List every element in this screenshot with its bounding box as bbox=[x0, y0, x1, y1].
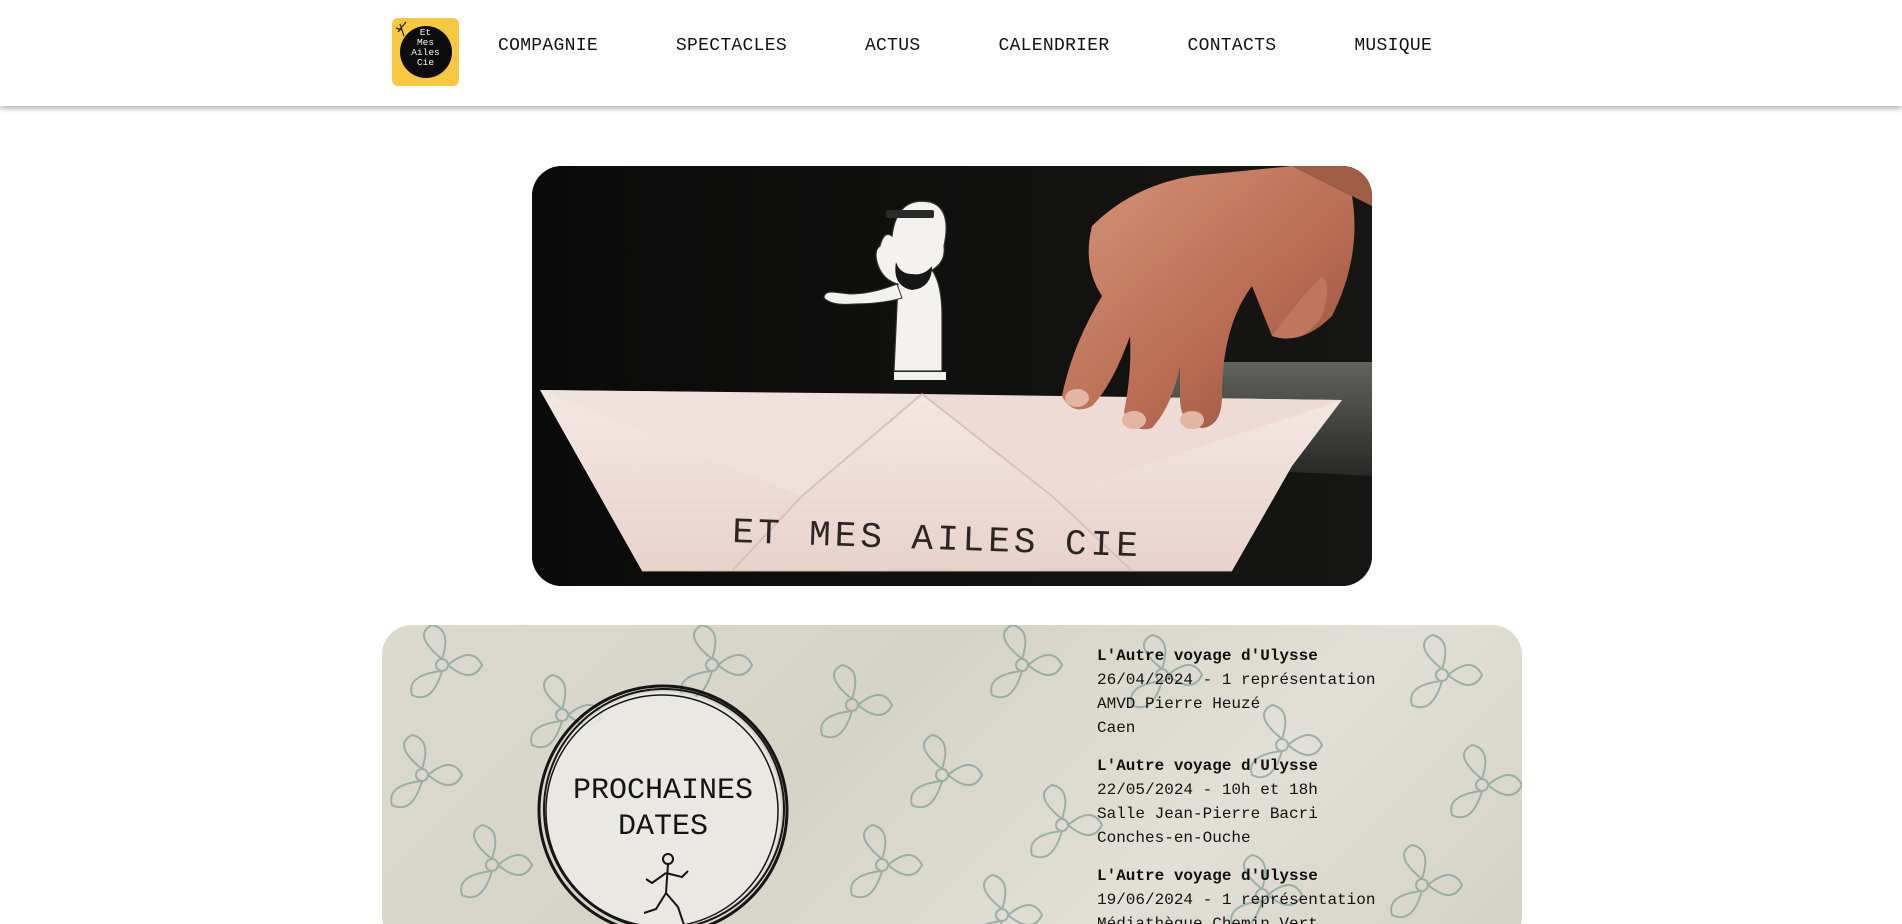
event-date: 26/04/2024 - 1 représentation bbox=[1097, 671, 1376, 689]
event-date: 22/05/2024 - 10h et 18h bbox=[1097, 781, 1318, 799]
upcoming-dates-panel: PROCHAINES DATES L'Autre voyage d'Ulysse… bbox=[382, 625, 1522, 924]
badge-title: PROCHAINES DATES bbox=[572, 774, 754, 844]
event-title: L'Autre voyage d'Ulysse bbox=[1097, 647, 1318, 665]
logo[interactable]: Et Mes Ailes Cie bbox=[392, 18, 459, 86]
event-city: Caen bbox=[1097, 719, 1136, 737]
event-date: 19/06/2024 - 1 représentation bbox=[1097, 891, 1376, 909]
nav-contacts[interactable]: CONTACTS bbox=[1188, 36, 1277, 56]
event-venue: AMVD Pierre Heuzé bbox=[1097, 695, 1261, 713]
event-item[interactable]: L'Autre voyage d'Ulysse 19/06/2024 - 1 r… bbox=[1097, 864, 1497, 924]
nav-calendrier[interactable]: CALENDRIER bbox=[998, 36, 1109, 56]
nav-actus[interactable]: ACTUS bbox=[865, 36, 921, 56]
event-item[interactable]: L'Autre voyage d'Ulysse 22/05/2024 - 10h… bbox=[1097, 754, 1497, 850]
paper-boat-illustration: ET MES AILES CIE bbox=[532, 166, 1372, 586]
hero-image: ET MES AILES CIE bbox=[532, 166, 1372, 586]
nav-spectacles[interactable]: SPECTACLES bbox=[676, 36, 787, 56]
nav-musique[interactable]: MUSIQUE bbox=[1354, 36, 1432, 56]
event-title: L'Autre voyage d'Ulysse bbox=[1097, 867, 1318, 885]
event-item[interactable]: L'Autre voyage d'Ulysse 26/04/2024 - 1 r… bbox=[1097, 644, 1497, 740]
event-title: L'Autre voyage d'Ulysse bbox=[1097, 757, 1318, 775]
site-header: Et Mes Ailes Cie COMPAGNIE SPECTACLES AC… bbox=[0, 0, 1902, 106]
event-city: Conches-en-Ouche bbox=[1097, 829, 1251, 847]
event-venue: Salle Jean-Pierre Bacri bbox=[1097, 805, 1318, 823]
events-list: L'Autre voyage d'Ulysse 26/04/2024 - 1 r… bbox=[1097, 644, 1497, 924]
logo-text: Et Mes Ailes Cie bbox=[411, 27, 440, 68]
main-nav: COMPAGNIE SPECTACLES ACTUS CALENDRIER CO… bbox=[498, 34, 1432, 58]
nav-compagnie[interactable]: COMPAGNIE bbox=[498, 36, 598, 56]
event-venue: Médiathèque Chemin Vert bbox=[1097, 915, 1318, 924]
